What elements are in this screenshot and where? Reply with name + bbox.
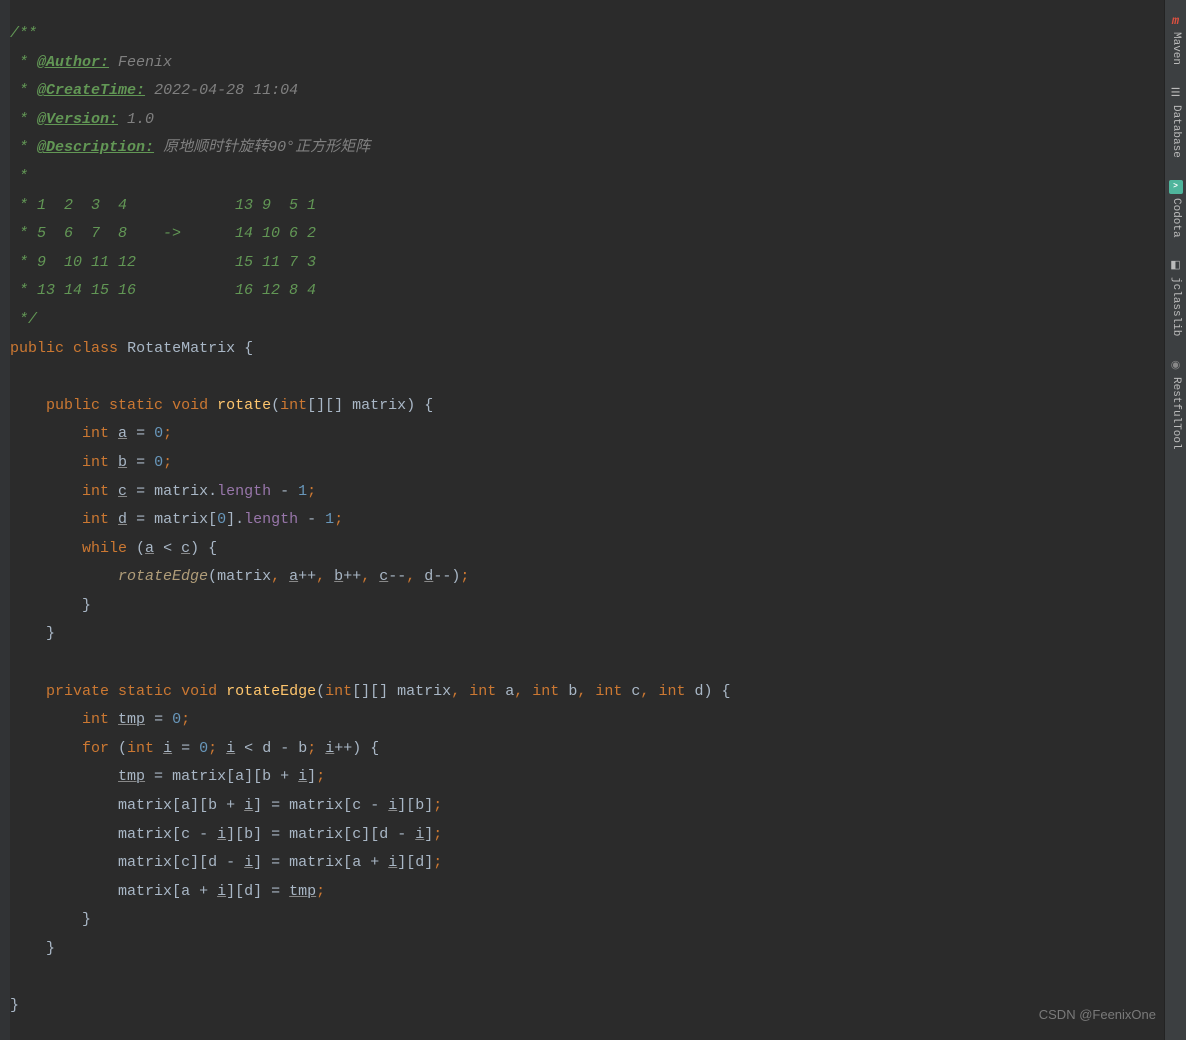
doc-create: 2022-04-28 11:04	[154, 82, 298, 99]
doc-m1: * 1 2 3 4 13 9 5 1	[10, 197, 316, 214]
codota-icon: >	[1169, 180, 1183, 194]
call-rotateEdge: rotateEdge	[118, 568, 208, 585]
doc-close: */	[10, 311, 37, 328]
right-toolbar: m Maven ☰ Database > Codota ◧ jclasslib …	[1164, 0, 1186, 1040]
doc-create-tag: @CreateTime:	[37, 82, 145, 99]
doc-version-tag: @Version:	[37, 111, 118, 128]
code-area[interactable]: /** * @Author: Feenix * @CreateTime: 202…	[10, 0, 1164, 1040]
doc-m3: * 9 10 11 12 15 11 7 3	[10, 254, 316, 271]
tool-maven[interactable]: m Maven	[1161, 10, 1186, 69]
tool-jclasslib[interactable]: ◧ jclasslib	[1161, 255, 1186, 340]
doc-star: *	[10, 168, 28, 185]
tool-jclasslib-label: jclasslib	[1161, 277, 1186, 336]
doc-m4: * 13 14 15 16 16 12 8 4	[10, 282, 316, 299]
jclasslib-icon: ◧	[1169, 259, 1183, 273]
tool-maven-label: Maven	[1161, 32, 1186, 65]
doc-open: /**	[10, 25, 37, 42]
doc-m2: * 5 6 7 8 -> 14 10 6 2	[10, 225, 316, 242]
editor-container: /** * @Author: Feenix * @CreateTime: 202…	[0, 0, 1186, 1040]
restful-icon: ◉	[1169, 359, 1183, 373]
doc-author: Feenix	[118, 54, 172, 71]
tool-codota-label: Codota	[1161, 198, 1186, 238]
doc-desc: 原地顺时针旋转90°正方形矩阵	[163, 139, 370, 156]
doc-author-tag: @Author:	[37, 54, 109, 71]
tool-restful-label: RestfulTool	[1161, 377, 1186, 450]
tool-database-label: Database	[1161, 105, 1186, 158]
doc-version: 1.0	[127, 111, 154, 128]
tool-database[interactable]: ☰ Database	[1161, 83, 1186, 162]
method-rotate: rotate	[217, 397, 271, 414]
class-name: RotateMatrix	[127, 340, 235, 357]
maven-icon: m	[1169, 14, 1183, 28]
watermark: CSDN @FeenixOne	[1039, 1001, 1156, 1030]
tool-codota[interactable]: > Codota	[1161, 176, 1186, 242]
doc-desc-tag: @Description:	[37, 139, 154, 156]
method-rotateEdge: rotateEdge	[226, 683, 316, 700]
gutter	[0, 0, 10, 1040]
database-icon: ☰	[1169, 87, 1183, 101]
tool-restful[interactable]: ◉ RestfulTool	[1161, 355, 1186, 454]
